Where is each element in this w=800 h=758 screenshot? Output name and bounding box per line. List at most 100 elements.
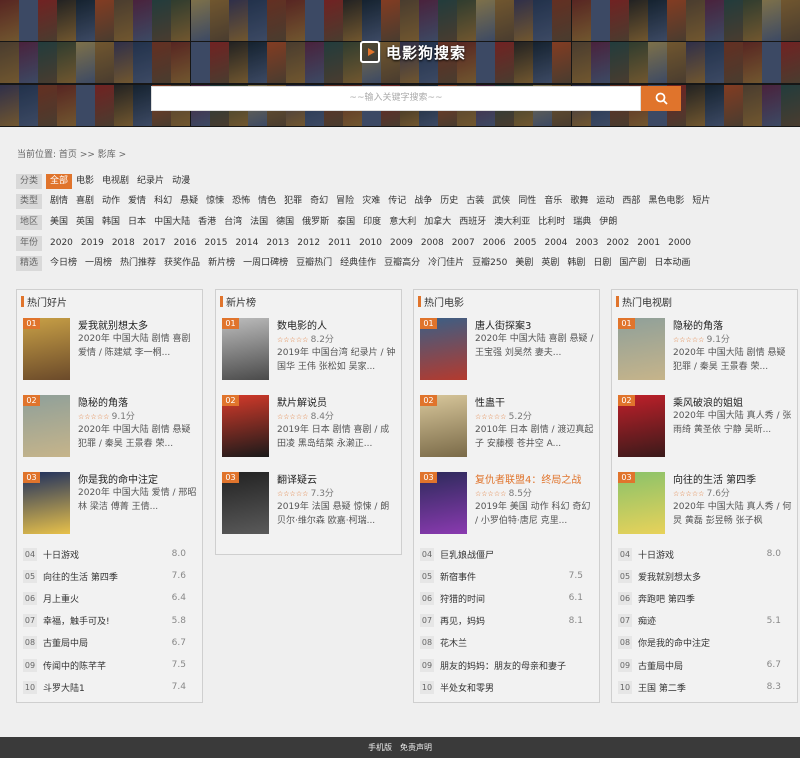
poster-thumbnail[interactable]: 01 — [420, 318, 467, 380]
filter-option[interactable]: 运动 — [592, 194, 618, 209]
list-item-title[interactable]: 王国 第二季 — [638, 681, 686, 694]
list-item-title[interactable]: 幸福，触手可及! — [43, 614, 110, 627]
list-item[interactable]: 08 古董局中局 6.7 — [17, 632, 202, 654]
featured-item[interactable]: 01 隐秘的角落 ☆☆☆☆☆ 9.1分 2020年 中国大陆 剧情 悬疑 犯罪 / 秦… — [612, 312, 797, 389]
list-item[interactable]: 09 古董局中局 6.7 — [612, 654, 797, 676]
filter-option[interactable]: 电视剧 — [98, 174, 133, 189]
list-item-title[interactable]: 巨乳娘战僵尸 — [440, 548, 494, 561]
filter-option[interactable]: 比利时 — [534, 215, 569, 230]
filter-option[interactable]: 2015 — [201, 236, 232, 251]
filter-option[interactable]: 2007 — [448, 236, 479, 251]
list-item[interactable]: 10 王国 第二季 8.3 — [612, 676, 797, 698]
list-item[interactable]: 09 朋友的妈妈：朋友的母亲和妻子 — [414, 654, 599, 676]
filter-option[interactable]: 恐怖 — [228, 194, 254, 209]
filter-option[interactable]: 2014 — [231, 236, 262, 251]
list-item-title[interactable]: 爱我就别想太多 — [638, 570, 701, 583]
filter-option[interactable]: 犯罪 — [280, 194, 306, 209]
list-item-title[interactable]: 古董局中局 — [638, 659, 683, 672]
site-logo[interactable]: 电影狗搜索 — [360, 41, 466, 63]
filter-option[interactable]: 爱情 — [124, 194, 150, 209]
item-title[interactable]: 隐秘的角落 — [78, 394, 128, 409]
list-item-title[interactable]: 月上重火 — [43, 592, 79, 605]
list-item-title[interactable]: 痴迹 — [638, 614, 656, 627]
list-item-title[interactable]: 斗罗大陆1 — [43, 681, 85, 694]
filter-option[interactable]: 纪录片 — [133, 174, 168, 189]
item-title[interactable]: 数电影的人 — [277, 317, 327, 332]
list-item-title[interactable]: 十日游戏 — [43, 548, 79, 561]
filter-option[interactable]: 歌舞 — [566, 194, 592, 209]
list-item[interactable]: 09 传闻中的陈芊芊 7.5 — [17, 654, 202, 676]
list-item-title[interactable]: 狩猎的时间 — [440, 592, 485, 605]
filter-option[interactable]: 动漫 — [168, 174, 194, 189]
filter-option[interactable]: 音乐 — [540, 194, 566, 209]
list-item[interactable]: 06 狩猎的时间 6.1 — [414, 587, 599, 609]
filter-option[interactable]: 2019 — [77, 236, 108, 251]
filter-option[interactable]: 一周榜 — [81, 256, 116, 271]
filter-option[interactable]: 2002 — [602, 236, 633, 251]
poster-thumbnail[interactable]: 02 — [420, 395, 467, 457]
filter-option[interactable]: 全部 — [46, 173, 73, 189]
filter-option[interactable]: 日本动画 — [650, 256, 694, 271]
filter-option[interactable]: 获奖作品 — [160, 256, 204, 271]
list-item-title[interactable]: 半处女和零男 — [440, 681, 494, 694]
list-item[interactable]: 08 花木兰 — [414, 632, 599, 654]
filter-option[interactable]: 2006 — [479, 236, 510, 251]
filter-option[interactable]: 国产剧 — [615, 256, 650, 271]
filter-option[interactable]: 2010 — [355, 236, 386, 251]
filter-option[interactable]: 英国 — [72, 215, 98, 230]
filter-option[interactable]: 今日榜 — [46, 256, 81, 271]
filter-option[interactable]: 悬疑 — [176, 194, 202, 209]
filter-option[interactable]: 2011 — [324, 236, 355, 251]
item-title[interactable]: 默片解说员 — [277, 394, 327, 409]
filter-option[interactable]: 2005 — [510, 236, 541, 251]
poster-thumbnail[interactable]: 03 — [618, 472, 665, 534]
list-item[interactable]: 07 痴迹 5.1 — [612, 610, 797, 632]
filter-option[interactable]: 战争 — [410, 194, 436, 209]
filter-option[interactable]: 豆瓣250 — [468, 256, 511, 271]
list-item[interactable]: 06 奔跑吧 第四季 — [612, 587, 797, 609]
filter-option[interactable]: 电影 — [72, 174, 98, 189]
list-item[interactable]: 07 再见，妈妈 8.1 — [414, 610, 599, 632]
item-title[interactable]: 乘风破浪的姐姐 — [673, 394, 743, 409]
filter-option[interactable]: 泰国 — [333, 215, 359, 230]
list-item-title[interactable]: 十日游戏 — [638, 548, 674, 561]
filter-option[interactable]: 2003 — [571, 236, 602, 251]
item-title[interactable]: 向往的生活 第四季 — [673, 471, 756, 486]
filter-option[interactable]: 2001 — [633, 236, 664, 251]
filter-option[interactable]: 德国 — [272, 215, 298, 230]
list-item-title[interactable]: 花木兰 — [440, 636, 467, 649]
list-item-title[interactable]: 朋友的妈妈：朋友的母亲和妻子 — [440, 659, 566, 672]
filter-option[interactable]: 韩剧 — [563, 256, 589, 271]
list-item-title[interactable]: 古董局中局 — [43, 636, 88, 649]
list-item[interactable]: 05 新宿事件 7.5 — [414, 565, 599, 587]
filter-option[interactable]: 2008 — [417, 236, 448, 251]
filter-option[interactable]: 法国 — [246, 215, 272, 230]
filter-option[interactable]: 灾难 — [358, 194, 384, 209]
featured-item[interactable]: 02 默片解说员 ☆☆☆☆☆ 8.4分 2019年 日本 剧情 喜剧 / 成田凌 黑岛… — [216, 389, 401, 466]
breadcrumb-home[interactable]: 首页 — [59, 150, 77, 160]
search-input[interactable]: ~~输入关键字搜索~~ — [151, 86, 641, 111]
filter-option[interactable]: 台湾 — [220, 215, 246, 230]
filter-option[interactable]: 冒险 — [332, 194, 358, 209]
filter-option[interactable]: 科幻 — [150, 194, 176, 209]
featured-item[interactable]: 02 乘风破浪的姐姐 2020年 中国大陆 真人秀 / 张雨绮 黄圣依 宁静 吴昕.… — [612, 389, 797, 466]
filter-option[interactable]: 一周口碑榜 — [239, 256, 292, 271]
item-title[interactable]: 复仇者联盟4：终局之战 — [475, 471, 581, 486]
featured-item[interactable]: 01 唐人街探案3 2020年 中国大陆 喜剧 悬疑 / 王宝强 刘昊然 妻夫... — [414, 312, 599, 389]
filter-option[interactable]: 2004 — [541, 236, 572, 251]
featured-item[interactable]: 03 复仇者联盟4：终局之战 ☆☆☆☆☆ 8.5分 2019年 美国 动作 科幻 奇幻… — [414, 466, 599, 543]
filter-option[interactable]: 同性 — [514, 194, 540, 209]
search-button[interactable] — [641, 86, 681, 111]
filter-option[interactable]: 2000 — [664, 236, 695, 251]
poster-thumbnail[interactable]: 02 — [23, 395, 70, 457]
list-item[interactable]: 04 十日游戏 8.0 — [612, 543, 797, 565]
list-item[interactable]: 08 你是我的命中注定 — [612, 632, 797, 654]
filter-option[interactable]: 美剧 — [511, 256, 537, 271]
filter-option[interactable]: 伊朗 — [595, 215, 621, 230]
filter-option[interactable]: 2013 — [262, 236, 293, 251]
filter-option[interactable]: 加拿大 — [420, 215, 455, 230]
filter-option[interactable]: 瑞典 — [569, 215, 595, 230]
list-item-title[interactable]: 向往的生活 第四季 — [43, 570, 118, 583]
filter-option[interactable]: 英剧 — [537, 256, 563, 271]
filter-option[interactable]: 香港 — [194, 215, 220, 230]
